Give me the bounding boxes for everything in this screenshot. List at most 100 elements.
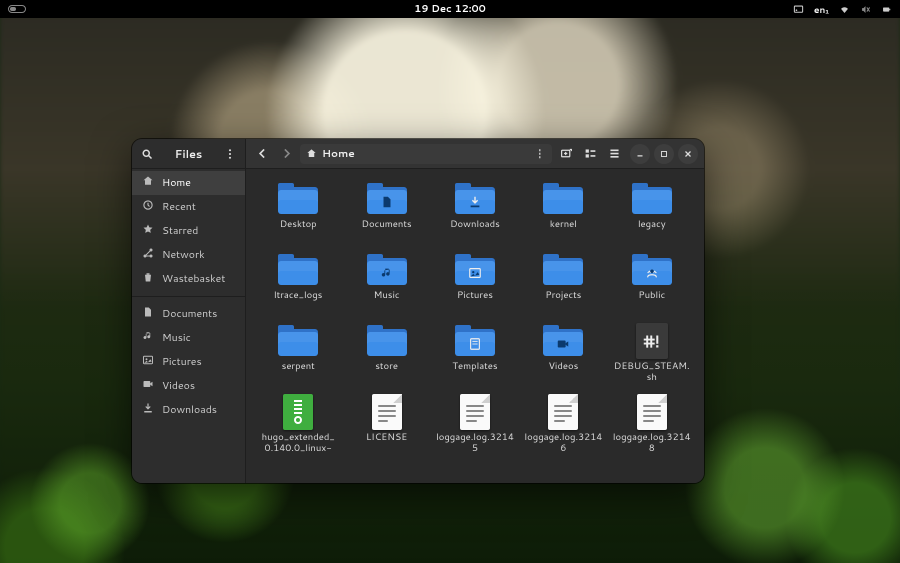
- recent-icon: [142, 199, 154, 215]
- file-label: Videos: [548, 362, 578, 384]
- folder-icon: [367, 183, 407, 215]
- file-item[interactable]: Projects: [521, 248, 605, 317]
- file-label: Templates: [452, 362, 497, 384]
- file-item[interactable]: Downloads: [433, 177, 517, 246]
- sidebar-item-wastebasket[interactable]: Wastebasket: [132, 267, 245, 291]
- sidebar: Files HomeRecentStarredNetworkWastebaske…: [132, 139, 246, 483]
- sidebar-item-starred[interactable]: Starred: [132, 219, 245, 243]
- picture-icon: [142, 354, 154, 370]
- close-button[interactable]: [678, 144, 698, 164]
- sidebar-item-label: Documents: [162, 307, 217, 321]
- sidebar-item-music[interactable]: Music: [132, 326, 245, 350]
- doc-icon: [142, 306, 154, 322]
- sidebar-item-label: Downloads: [162, 403, 217, 417]
- maximize-button[interactable]: [654, 144, 674, 164]
- top-panel: 19 Dec 12:00 en₁: [0, 0, 900, 18]
- folder-icon: [455, 325, 495, 357]
- file-item[interactable]: ltrace_logs: [256, 248, 340, 317]
- file-label: hugo_extended_0.140.0_linux-: [259, 433, 337, 455]
- folder-icon: [367, 325, 407, 357]
- sidebar-item-home[interactable]: Home: [132, 171, 245, 195]
- file-item[interactable]: Templates: [433, 319, 517, 388]
- file-item[interactable]: legacy: [610, 177, 694, 246]
- file-item[interactable]: Desktop: [256, 177, 340, 246]
- file-label: Desktop: [280, 220, 317, 242]
- file-item[interactable]: loggage.log.32145: [433, 390, 517, 459]
- search-button[interactable]: [140, 145, 155, 163]
- sidebar-item-videos[interactable]: Videos: [132, 374, 245, 398]
- text-file-icon: [548, 394, 578, 430]
- minimize-button[interactable]: [630, 144, 650, 164]
- file-label: kernel: [550, 220, 577, 242]
- main-menu-button[interactable]: [604, 144, 624, 164]
- text-file-icon: [637, 394, 667, 430]
- home-icon: [306, 148, 317, 159]
- file-label: store: [375, 362, 398, 384]
- volume-muted-icon[interactable]: [860, 4, 871, 15]
- file-label: loggage.log.32146: [524, 433, 602, 455]
- file-item[interactable]: Music: [344, 248, 428, 317]
- file-label: Music: [374, 291, 400, 313]
- sidebar-item-documents[interactable]: Documents: [132, 302, 245, 326]
- sidebar-item-label: Videos: [162, 379, 195, 393]
- path-menu-button[interactable]: ⋮: [535, 147, 547, 161]
- file-item[interactable]: loggage.log.32146: [521, 390, 605, 459]
- sidebar-item-network[interactable]: Network: [132, 243, 245, 267]
- sidebar-item-pictures[interactable]: Pictures: [132, 350, 245, 374]
- forward-button[interactable]: [276, 144, 296, 164]
- file-label: Projects: [545, 291, 581, 313]
- file-item[interactable]: hugo_extended_0.140.0_linux-: [256, 390, 340, 459]
- view-options-button[interactable]: [580, 144, 600, 164]
- text-file-icon: [460, 394, 490, 430]
- path-bar[interactable]: Home ⋮: [300, 144, 552, 164]
- file-item[interactable]: Videos: [521, 319, 605, 388]
- star-icon: [142, 223, 154, 239]
- power-icon[interactable]: [881, 4, 892, 15]
- file-item[interactable]: Public: [610, 248, 694, 317]
- panel-lang[interactable]: en₁: [814, 3, 829, 16]
- sidebar-item-label: Pictures: [162, 355, 202, 369]
- file-item[interactable]: kernel: [521, 177, 605, 246]
- folder-icon: [278, 325, 318, 357]
- file-label: Documents: [362, 220, 412, 242]
- archive-file-icon: [283, 394, 313, 430]
- file-item[interactable]: Pictures: [433, 248, 517, 317]
- sidebar-item-label: Starred: [162, 224, 198, 238]
- panel-clock[interactable]: 19 Dec 12:00: [414, 2, 486, 16]
- folder-icon: [455, 254, 495, 286]
- file-item[interactable]: #!DEBUG_STEAM.sh: [610, 319, 694, 388]
- file-item[interactable]: Documents: [344, 177, 428, 246]
- network-icon[interactable]: [839, 4, 850, 15]
- activities-pill[interactable]: [8, 5, 26, 13]
- file-label: Downloads: [450, 220, 500, 242]
- folder-icon: [278, 183, 318, 215]
- file-item[interactable]: loggage.log.32148: [610, 390, 694, 459]
- folder-icon: [543, 183, 583, 215]
- file-label: loggage.log.32145: [436, 433, 514, 455]
- music-icon: [142, 330, 154, 346]
- folder-icon: [632, 254, 672, 286]
- new-tab-button[interactable]: [556, 144, 576, 164]
- file-item[interactable]: serpent: [256, 319, 340, 388]
- folder-icon: [543, 254, 583, 286]
- file-grid: Desktop Documents Downloads kernel legac…: [246, 169, 704, 459]
- trash-icon: [142, 271, 154, 287]
- file-item[interactable]: LICENSE: [344, 390, 428, 459]
- file-label: Pictures: [457, 291, 493, 313]
- sidebar-item-recent[interactable]: Recent: [132, 195, 245, 219]
- folder-icon: [455, 183, 495, 215]
- text-file-icon: [372, 394, 402, 430]
- sidebar-menu-button[interactable]: [222, 145, 237, 163]
- path-segment: Home: [322, 147, 355, 161]
- back-button[interactable]: [252, 144, 272, 164]
- file-label: legacy: [638, 220, 666, 242]
- file-item[interactable]: store: [344, 319, 428, 388]
- sidebar-item-downloads[interactable]: Downloads: [132, 398, 245, 422]
- sidebar-item-label: Network: [162, 248, 205, 262]
- folder-icon: [632, 183, 672, 215]
- file-label: DEBUG_STEAM.sh: [613, 362, 691, 384]
- sidebar-item-label: Wastebasket: [162, 272, 225, 286]
- sidebar-item-label: Music: [162, 331, 191, 345]
- screencast-icon[interactable]: [793, 4, 804, 15]
- sidebar-separator: [132, 296, 245, 297]
